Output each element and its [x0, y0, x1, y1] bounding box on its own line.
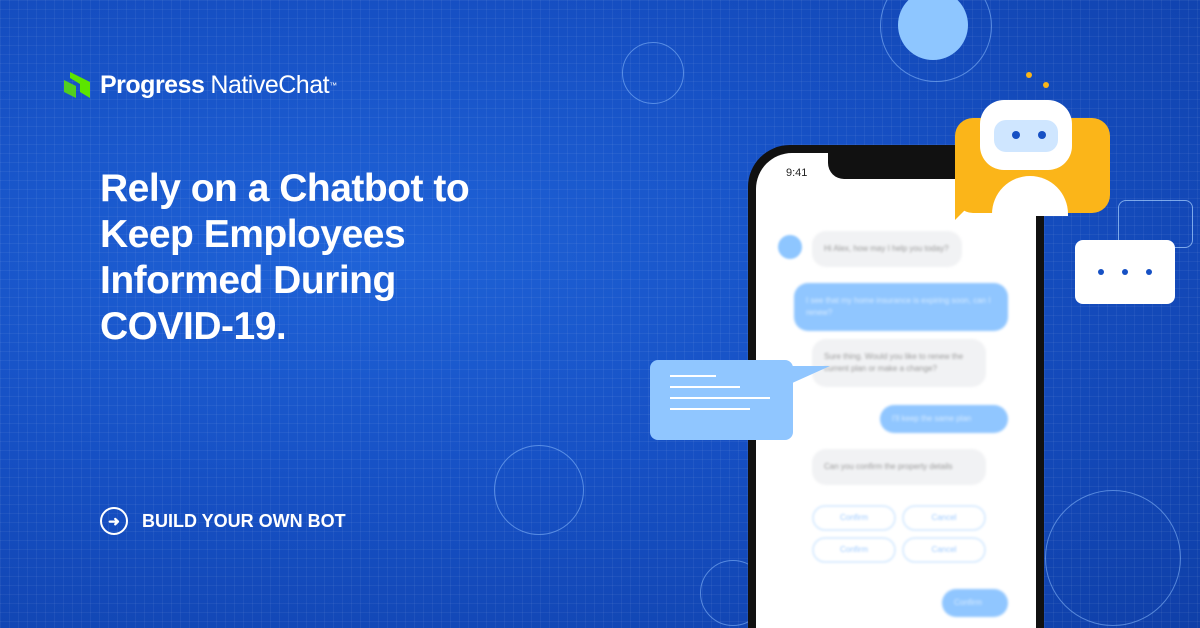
send-button[interactable]: Confirm — [942, 589, 1008, 617]
confirm-button[interactable]: Confirm — [812, 537, 896, 563]
bubble-tail — [790, 366, 830, 384]
product-name: NativeChat — [210, 70, 330, 99]
typing-bubble-icon — [1075, 240, 1175, 304]
text-bubble-icon — [650, 360, 793, 440]
user-outline-icon — [1045, 490, 1181, 626]
brand-name: Progress — [100, 70, 205, 99]
user-outline-icon — [494, 445, 584, 535]
chat-message: I see that my home insurance is expiring… — [794, 283, 1008, 331]
status-time: 9:41 — [786, 167, 808, 179]
arrow-right-circle-icon: ➜ — [100, 507, 128, 535]
chat-message: Hi Alex, how may I help you today? — [812, 231, 962, 267]
chat-message: Can you confirm the property details — [812, 449, 986, 485]
confirm-button[interactable]: Confirm — [812, 505, 896, 531]
banner: Progress NativeChat ™ Rely on a Chatbot … — [0, 0, 1200, 628]
cancel-button[interactable]: Cancel — [902, 537, 986, 563]
chat-message: Sure thing. Would you like to renew the … — [812, 339, 986, 387]
build-your-own-bot-link[interactable]: ➜ BUILD YOUR OWN BOT — [100, 507, 346, 535]
progress-nativechat-logo: Progress NativeChat ™ — [62, 70, 337, 100]
progress-logo-icon — [64, 72, 90, 98]
cancel-button[interactable]: Cancel — [902, 505, 986, 531]
bot-avatar — [778, 235, 802, 259]
cta-label: BUILD YOUR OWN BOT — [142, 510, 346, 531]
chat-message: I'll keep the same plan — [880, 405, 1008, 433]
trademark: ™ — [329, 80, 338, 90]
headline: Rely on a Chatbot to Keep Employees Info… — [100, 167, 470, 348]
user-outline-icon — [622, 42, 684, 104]
chat-screen: 9:41 Hi Alex, how may I help you today? … — [756, 153, 1036, 628]
